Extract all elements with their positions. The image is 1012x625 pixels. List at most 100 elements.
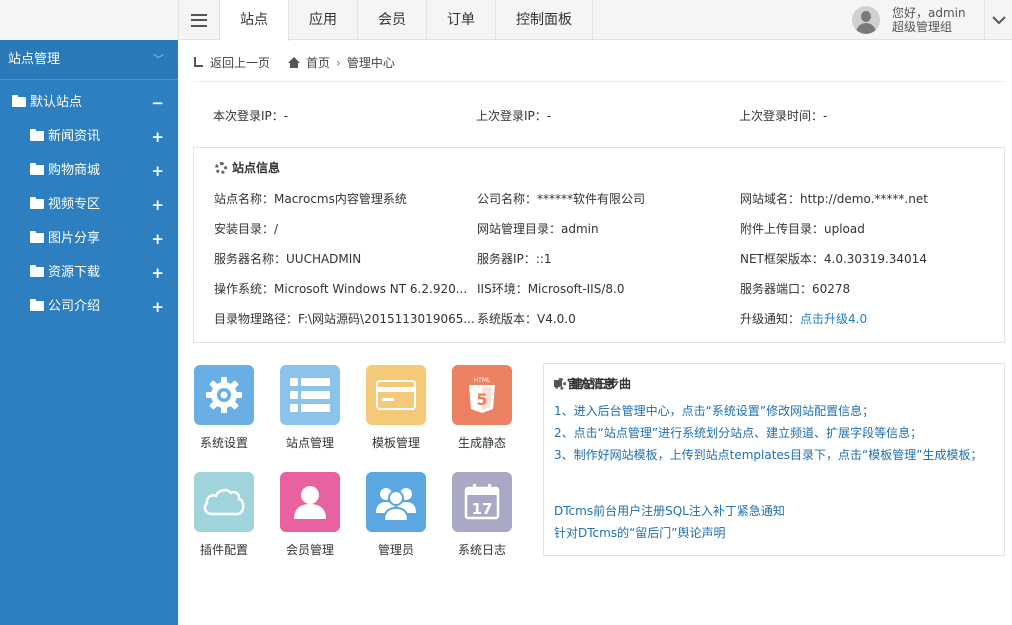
site-info-grid: 站点名称：Macrocms内容管理系统 公司名称：******软件有限公司 网站… — [214, 190, 1004, 340]
server-port: 服务器端口：60278 — [740, 282, 851, 296]
chevron-down-icon[interactable] — [984, 0, 1012, 40]
site-info-title-text: 站点信息 — [232, 161, 281, 175]
sidebar-header[interactable]: 站点管理 ﹀ — [0, 40, 178, 80]
user-greeting: 您好，admin — [892, 6, 966, 20]
tile-template-management[interactable]: 模板管理 — [356, 365, 436, 451]
collapse-icon[interactable]: − — [151, 86, 164, 120]
logo-area — [0, 0, 178, 40]
tile-label: 会员管理 — [285, 543, 334, 557]
home-label: 首页 — [306, 56, 331, 70]
main-content: 返回上一页 首页 › 管理中心 本次登录IP：- 上次登录IP：- 上次登录时间… — [178, 40, 1012, 625]
tile-label: 系统日志 — [457, 543, 506, 557]
install-dir: 安装目录：/ — [214, 222, 279, 236]
tile-label: 模板管理 — [371, 436, 420, 450]
upgrade-link[interactable]: 点击升级4.0 — [800, 312, 867, 326]
expand-icon[interactable]: + — [151, 290, 164, 324]
upgrade-label: 升级通知： — [740, 312, 801, 326]
nav-tab-control-panel[interactable]: 控制面板 — [496, 0, 593, 40]
breadcrumb-separator: › — [336, 55, 341, 70]
tile-icon-box — [280, 472, 340, 532]
tile-administrators[interactable]: 管理员 — [356, 472, 436, 558]
step-item[interactable]: 3、制作好网站模板，上传到站点templates目录下，点击“模板管理”生成模板… — [554, 446, 983, 463]
expand-icon[interactable]: + — [151, 256, 164, 290]
tile-icon-box: 17 — [452, 472, 512, 532]
sidebar-item-label: 公司介绍 — [48, 299, 101, 314]
nav-tab-orders[interactable]: 订单 — [427, 0, 496, 40]
nav-tab-apps[interactable]: 应用 — [289, 0, 358, 40]
nav-tab-site[interactable]: 站点 — [220, 0, 289, 41]
svg-text:5: 5 — [476, 390, 487, 409]
admin-dir: 网站管理目录：admin — [477, 222, 599, 236]
sidebar-item-shop[interactable]: 购物商城 + — [0, 154, 178, 188]
html5-icon: HTML 5 — [469, 377, 495, 413]
tile-icon-box — [366, 365, 426, 425]
tile-site-management[interactable]: 站点管理 — [270, 365, 350, 451]
operating-system: 操作系统：Microsoft Windows NT 6.2.920... — [214, 282, 468, 296]
sidebar-title: 站点管理 — [8, 52, 61, 67]
sidebar-item-about[interactable]: 公司介绍 + — [0, 290, 178, 324]
user-icon — [294, 486, 326, 519]
hamburger-icon — [191, 13, 207, 27]
tile-plugin-config[interactable]: 插件配置 — [184, 472, 264, 558]
system-version: 系统版本：V4.0.0 — [477, 312, 576, 326]
nav-tab-members[interactable]: 会员 — [358, 0, 427, 40]
sidebar-item-label: 资源下载 — [48, 265, 101, 280]
home-link[interactable]: 首页 › 管理中心 — [288, 54, 395, 71]
expand-icon[interactable]: + — [151, 154, 164, 188]
sidebar-item-label: 购物商城 — [48, 163, 101, 178]
info-row: 服务器名称：UUCHADMIN 服务器IP：::1 NET框架版本：4.0.30… — [214, 250, 1004, 280]
sidebar-item-downloads[interactable]: 资源下载 + — [0, 256, 178, 290]
news-item[interactable]: DTcms前台用户注册SQL注入补丁紧急通知 — [554, 502, 785, 519]
expand-icon[interactable]: + — [151, 120, 164, 154]
list-icon — [290, 378, 330, 412]
folder-icon — [30, 129, 44, 141]
last-login-ip: 上次登录IP：- — [476, 109, 552, 123]
gear-icon — [215, 161, 227, 174]
tile-system-log[interactable]: 17 系统日志 — [442, 472, 522, 558]
tile-icon-box: HTML 5 — [452, 365, 512, 425]
sidebar-item-label: 默认站点 — [30, 95, 83, 110]
step-item[interactable]: 2、点击“站点管理”进行系统划分站点、建立频道、扩展字段等信息； — [554, 424, 922, 441]
gear-icon — [206, 377, 242, 413]
sidebar-item-default-site[interactable]: 默认站点 − — [0, 86, 178, 120]
tile-icon-box — [366, 472, 426, 532]
info-row: 站点名称：Macrocms内容管理系统 公司名称：******软件有限公司 网站… — [214, 190, 1004, 220]
server-ip: 服务器IP：::1 — [477, 252, 552, 266]
breadcrumb-current: 管理中心 — [346, 56, 395, 70]
last-login-time: 上次登录时间：- — [739, 109, 828, 123]
top-bar: 站点 应用 会员 订单 控制面板 您好，admin 超级管理组 — [0, 0, 1012, 41]
company-name: 公司名称：******软件有限公司 — [477, 192, 646, 206]
cloud-icon — [203, 488, 245, 516]
tile-member-management[interactable]: 会员管理 — [270, 472, 350, 558]
tile-label: 系统设置 — [199, 436, 248, 450]
back-link[interactable]: 返回上一页 — [193, 54, 270, 71]
info-row: 操作系统：Microsoft Windows NT 6.2.920... IIS… — [214, 280, 1004, 310]
sidebar-item-label: 视频专区 — [48, 197, 101, 212]
sidebar-item-pictures[interactable]: 图片分享 + — [0, 222, 178, 256]
news-title-text: 官方消息 — [567, 377, 616, 391]
tile-system-settings[interactable]: 系统设置 — [184, 365, 264, 451]
back-label: 返回上一页 — [210, 56, 271, 70]
site-info-panel: 站点信息 站点名称：Macrocms内容管理系统 公司名称：******软件有限… — [193, 147, 1005, 343]
calendar-icon: 17 — [464, 484, 500, 520]
server-name: 服务器名称：UUCHADMIN — [214, 252, 362, 266]
sidebar-item-video[interactable]: 视频专区 + — [0, 188, 178, 222]
expand-icon[interactable]: + — [151, 222, 164, 256]
tile-label: 插件配置 — [199, 543, 248, 557]
breadcrumb: 返回上一页 首页 › 管理中心 — [193, 54, 1005, 82]
site-info-title: 站点信息 — [215, 159, 280, 176]
tile-generate-static[interactable]: HTML 5 生成静态 — [442, 365, 522, 451]
expand-icon[interactable]: + — [151, 188, 164, 222]
user-menu[interactable]: 您好，admin 超级管理组 — [852, 0, 1012, 40]
sidebar: 站点管理 ﹀ 默认站点 − 新闻资讯 + 购物商城 + 视频专区 + 图片分享 … — [0, 40, 178, 625]
tile-label: 站点管理 — [285, 436, 334, 450]
user-info: 您好，admin 超级管理组 — [892, 6, 966, 34]
news-item[interactable]: 针对DTcms的“留后门”舆论声明 — [554, 524, 726, 541]
step-item[interactable]: 1、进入后台管理中心，点击“系统设置”修改网站配置信息； — [554, 402, 874, 419]
home-icon — [288, 56, 301, 68]
menu-toggle-button[interactable] — [178, 0, 220, 40]
sidebar-item-news[interactable]: 新闻资讯 + — [0, 120, 178, 154]
upgrade-notice: 升级通知：点击升级4.0 — [740, 310, 1000, 340]
iis-environment: IIS环境：Microsoft-IIS/8.0 — [477, 282, 625, 296]
users-icon — [376, 488, 416, 521]
